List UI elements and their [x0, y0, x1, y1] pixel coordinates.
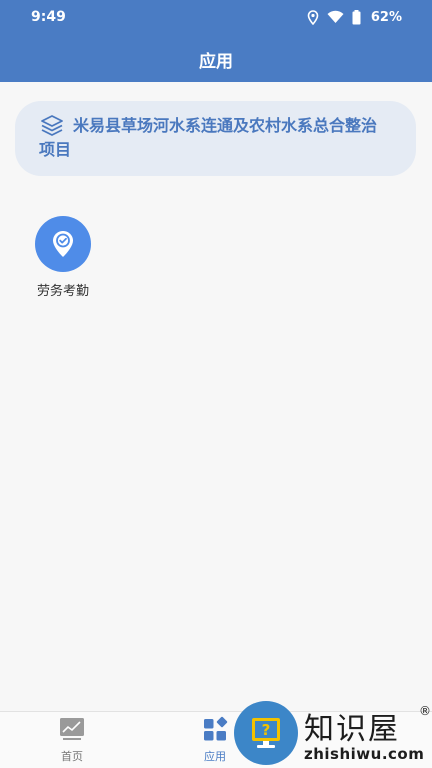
svg-text:?: ?: [262, 721, 271, 739]
status-time: 9:49: [31, 9, 66, 25]
watermark-url: zhishiwu.com: [304, 745, 425, 763]
page-title: 应用: [199, 52, 233, 72]
app-header: 9:49 62% 应用: [0, 0, 432, 82]
chart-icon: [59, 716, 85, 742]
project-card[interactable]: 米易县草场河水系连通及农村水系总合整治项目: [15, 101, 416, 176]
status-icons: 62%: [307, 8, 402, 26]
wifi-icon: [327, 10, 344, 24]
project-name: 米易县草场河水系连通及农村水系总合整治项目: [39, 116, 378, 159]
location-check-icon: [35, 216, 91, 272]
watermark-logo-icon: ?: [234, 701, 298, 765]
watermark-title: 知识屋: [304, 712, 400, 747]
app-tile-labor-attendance[interactable]: 劳务考勤: [26, 216, 100, 299]
watermark-registered: ®: [419, 704, 431, 718]
watermark: ? 知识屋 ® zhishiwu.com: [234, 700, 432, 768]
nav-home[interactable]: 首页: [42, 716, 102, 764]
location-icon: [307, 9, 319, 25]
battery-percent: 62%: [370, 9, 402, 25]
status-bar: 9:49 62%: [0, 0, 432, 34]
nav-home-label: 首页: [61, 750, 83, 763]
battery-icon: [352, 9, 361, 25]
apps-icon: [202, 716, 228, 742]
app-label: 劳务考勤: [36, 284, 89, 299]
